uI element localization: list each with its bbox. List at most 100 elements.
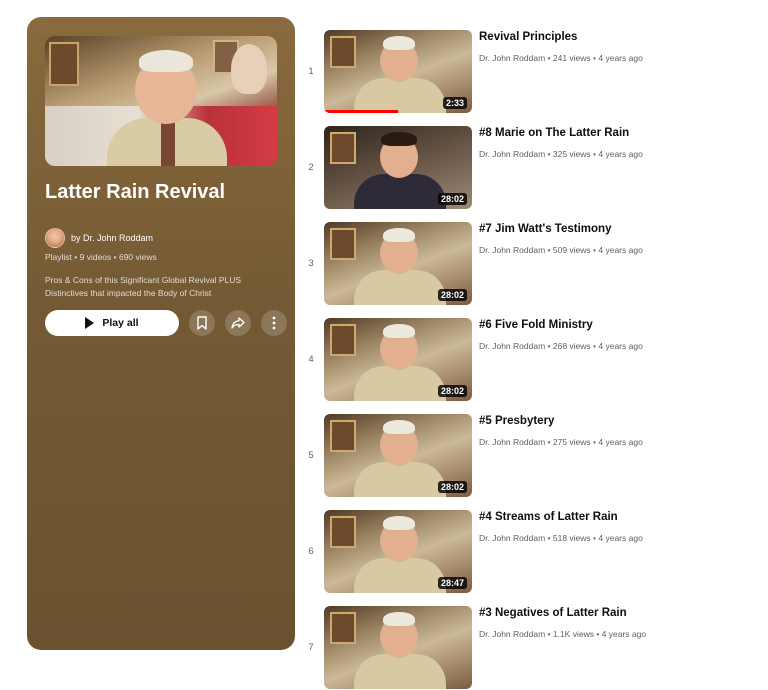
video-index: 7 <box>308 642 314 653</box>
video-meta: Dr. John Roddam • 275 views • 4 years ag… <box>479 437 643 447</box>
video-index: 4 <box>308 354 314 365</box>
thumbnail-photo-frame <box>330 228 356 260</box>
upload-age: 4 years ago <box>598 533 643 543</box>
thumbnail-photo-frame <box>330 612 356 644</box>
thumbnail-person-hair <box>139 50 193 72</box>
thumbnail-person-suit <box>354 654 446 689</box>
avatar[interactable] <box>45 228 65 248</box>
thumbnail-person-suit <box>354 366 446 401</box>
playlist-meta: Playlist • 9 videos • 690 views <box>45 252 157 262</box>
channel-name[interactable]: Dr. John Roddam <box>479 245 545 255</box>
thumbnail-person-hair <box>383 612 415 626</box>
video-thumbnail[interactable]: 2:33 <box>324 30 472 113</box>
duration-badge: 28:02 <box>437 385 467 397</box>
playlist-owner[interactable]: by Dr. John Roddam <box>45 228 153 248</box>
play-icon <box>85 317 95 329</box>
thumbnail-person-hair <box>383 516 415 530</box>
thumbnail-person-suit <box>354 270 446 305</box>
video-index: 5 <box>308 450 314 461</box>
view-count: 518 views <box>552 533 591 543</box>
video-index: 6 <box>308 546 314 557</box>
thumbnail-person-suit <box>354 558 446 593</box>
save-button[interactable] <box>189 310 215 336</box>
thumbnail-person-hair <box>383 36 415 50</box>
share-button[interactable] <box>225 310 251 336</box>
owner-name[interactable]: by Dr. John Roddam <box>71 233 153 243</box>
duration-badge: 28:47 <box>437 577 467 589</box>
video-title[interactable]: #5 Presbytery <box>479 415 554 427</box>
play-all-button[interactable]: Play all <box>45 310 179 336</box>
channel-name[interactable]: Dr. John Roddam <box>479 149 545 159</box>
video-title[interactable]: #6 Five Fold Ministry <box>479 319 593 331</box>
save-icon <box>197 316 207 330</box>
channel-name[interactable]: Dr. John Roddam <box>479 629 545 639</box>
view-count: 241 views <box>552 53 591 63</box>
more-actions-button[interactable] <box>261 310 287 336</box>
channel-name[interactable]: Dr. John Roddam <box>479 53 545 63</box>
list-item[interactable]: 4 28:02 #6 Five Fold Ministry Dr. John R… <box>300 318 768 402</box>
channel-name[interactable]: Dr. John Roddam <box>479 437 545 447</box>
video-thumbnail[interactable] <box>324 606 472 689</box>
view-count: 325 views <box>552 149 591 159</box>
upload-age: 4 years ago <box>598 53 643 63</box>
upload-age: 4 years ago <box>601 629 647 639</box>
thumbnail-person-hair <box>383 324 415 338</box>
thumbnail-photo-frame <box>330 132 356 164</box>
list-item[interactable]: 5 28:02 #5 Presbytery Dr. John Roddam • … <box>300 414 768 498</box>
view-count: 509 views <box>552 245 591 255</box>
video-thumbnail[interactable]: 28:02 <box>324 318 472 401</box>
list-item[interactable]: 6 28:47 #4 Streams of Latter Rain Dr. Jo… <box>300 510 768 594</box>
playlist-header-card: Latter Rain Revival by Dr. John Roddam P… <box>27 17 295 650</box>
thumbnail-person-suit <box>354 462 446 497</box>
duration-badge: 28:02 <box>437 289 467 301</box>
more-icon <box>272 316 276 330</box>
video-title[interactable]: #3 Negatives of Latter Rain <box>479 607 627 619</box>
video-title[interactable]: Revival Principles <box>479 31 577 43</box>
list-item[interactable]: 3 28:02 #7 Jim Watt's Testimony Dr. John… <box>300 222 768 306</box>
thumbnail-photo-frame <box>330 324 356 356</box>
thumbnail-person-suit <box>354 174 446 209</box>
playlist-thumbnail[interactable] <box>45 36 277 166</box>
video-meta: Dr. John Roddam • 509 views • 4 years ag… <box>479 245 643 255</box>
thumbnail-person-hair <box>383 228 415 242</box>
video-meta: Dr. John Roddam • 1.1K views • 4 years a… <box>479 629 647 639</box>
thumbnail-photo-frame <box>330 516 356 548</box>
upload-age: 4 years ago <box>598 437 643 447</box>
video-thumbnail[interactable]: 28:47 <box>324 510 472 593</box>
thumbnail-doll <box>231 44 267 94</box>
view-count: 268 views <box>552 341 591 351</box>
list-item[interactable]: 7 #3 Negatives of Latter Rain Dr. John R… <box>300 606 768 690</box>
playlist-title: Latter Rain Revival <box>45 181 226 203</box>
upload-age: 4 years ago <box>598 341 643 351</box>
video-thumbnail[interactable]: 28:02 <box>324 126 472 209</box>
thumbnail-person-hair <box>381 132 417 146</box>
share-icon <box>231 317 245 329</box>
thumbnail-photo-frame <box>330 36 356 68</box>
channel-name[interactable]: Dr. John Roddam <box>479 341 545 351</box>
video-meta: Dr. John Roddam • 241 views • 4 years ag… <box>479 53 643 63</box>
play-all-label: Play all <box>102 317 139 329</box>
video-index: 1 <box>308 66 314 77</box>
video-index: 2 <box>308 162 314 173</box>
video-title[interactable]: #7 Jim Watt's Testimony <box>479 223 611 235</box>
duration-badge: 2:33 <box>442 97 467 109</box>
video-title[interactable]: #8 Marie on The Latter Rain <box>479 127 629 139</box>
video-title[interactable]: #4 Streams of Latter Rain <box>479 511 618 523</box>
view-count: 1.1K views <box>552 629 594 639</box>
upload-age: 4 years ago <box>598 149 643 159</box>
thumbnail-person-hair <box>383 420 415 434</box>
upload-age: 4 years ago <box>598 245 643 255</box>
list-item[interactable]: 2 28:02 #8 Marie on The Latter Rain Dr. … <box>300 126 768 210</box>
thumbnail-photo-frame <box>49 42 79 86</box>
video-thumbnail[interactable]: 28:02 <box>324 414 472 497</box>
view-count: 275 views <box>552 437 591 447</box>
video-index: 3 <box>308 258 314 269</box>
video-meta: Dr. John Roddam • 518 views • 4 years ag… <box>479 533 643 543</box>
list-item[interactable]: 1 2:33 Revival Principles Dr. John Rodda… <box>300 30 768 114</box>
playlist-description: Pros & Cons of this Significant Global R… <box>45 275 242 298</box>
channel-name[interactable]: Dr. John Roddam <box>479 533 545 543</box>
video-thumbnail[interactable]: 28:02 <box>324 222 472 305</box>
watch-progress-bar <box>324 110 398 113</box>
thumbnail-photo-frame <box>330 420 356 452</box>
video-meta: Dr. John Roddam • 325 views • 4 years ag… <box>479 149 643 159</box>
